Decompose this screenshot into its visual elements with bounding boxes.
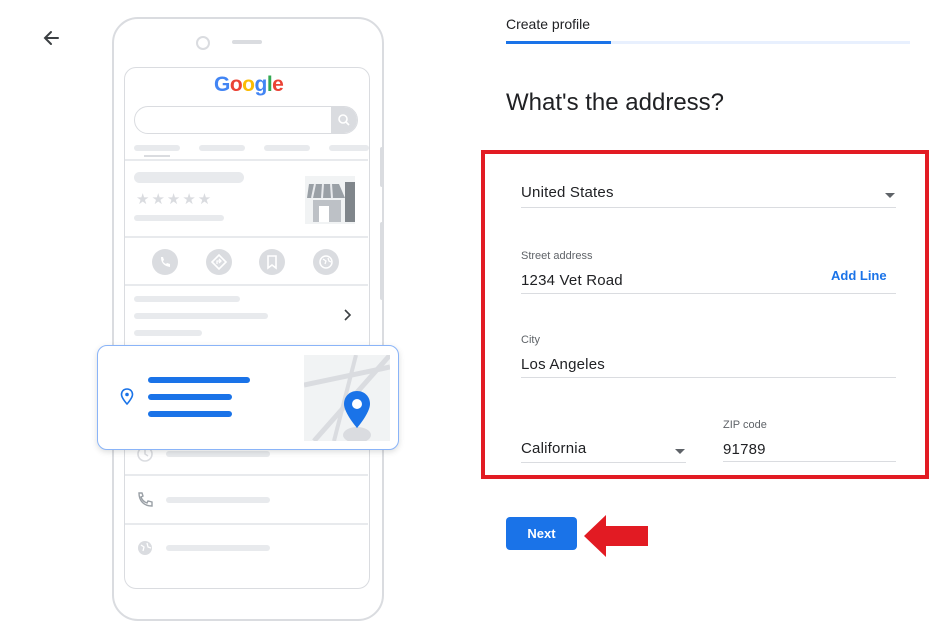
- mock-tab: [134, 145, 180, 151]
- street-address-value: 1234 Vet Road: [521, 272, 623, 289]
- progress-fill: [506, 41, 612, 44]
- field-underline: [723, 461, 896, 462]
- divider: [125, 236, 368, 238]
- bookmark-icon: [259, 249, 285, 275]
- mock-address-line: [148, 394, 232, 400]
- divider: [125, 284, 368, 286]
- dropdown-arrow-icon: [675, 449, 685, 454]
- mock-line: [166, 451, 270, 457]
- chevron-right-icon: [342, 308, 354, 327]
- mock-line: [134, 330, 202, 336]
- mock-address-line: [148, 411, 232, 417]
- mock-search-button: [331, 107, 357, 133]
- phone-icon: [152, 249, 178, 275]
- divider: [125, 523, 368, 525]
- mock-tab: [199, 145, 245, 151]
- zip-code-label: ZIP code: [723, 419, 767, 431]
- mock-tab: [329, 145, 369, 151]
- mock-business-name: [134, 172, 244, 183]
- red-arrow-icon: [584, 515, 650, 557]
- phone-speaker: [232, 40, 262, 44]
- mock-line: [166, 497, 270, 503]
- zip-code-value: 91789: [723, 441, 766, 458]
- mock-search-bar: [134, 106, 358, 134]
- divider: [125, 474, 368, 476]
- mock-address-line: [148, 377, 250, 383]
- mock-tab-indicator: [144, 155, 170, 157]
- state-value: California: [521, 440, 587, 457]
- phone-icon: [136, 491, 154, 514]
- storefront-icon: [303, 174, 357, 231]
- add-line-button[interactable]: Add Line: [831, 268, 887, 283]
- mock-line: [134, 313, 268, 319]
- city-value: Los Angeles: [521, 356, 605, 373]
- globe-icon: [136, 539, 154, 562]
- field-underline: [521, 207, 896, 208]
- arrow-back-icon: [43, 31, 59, 45]
- tab-create-profile: Create profile: [506, 16, 591, 32]
- brand-logo: Google: [214, 73, 284, 96]
- country-value: United States: [521, 184, 614, 201]
- mock-rating-stars: ★★★★★: [136, 191, 214, 208]
- mock-line: [166, 545, 270, 551]
- location-pin-icon: [120, 388, 134, 411]
- mock-line: [134, 296, 240, 302]
- street-address-label: Street address: [521, 250, 593, 262]
- field-underline: [521, 462, 686, 463]
- phone-side-button: [380, 147, 384, 187]
- search-icon: [338, 114, 350, 126]
- mock-tab: [264, 145, 310, 151]
- globe-icon: [313, 249, 339, 275]
- mock-category: [134, 215, 224, 221]
- phone-camera: [196, 36, 210, 50]
- back-button[interactable]: [36, 24, 68, 52]
- phone-side-button: [380, 222, 384, 300]
- dropdown-arrow-icon: [885, 193, 895, 198]
- mini-map: [303, 353, 392, 446]
- next-button[interactable]: Next: [506, 517, 577, 550]
- page-title: What's the address?: [506, 89, 725, 116]
- directions-icon: [206, 249, 232, 275]
- city-label: City: [521, 334, 540, 346]
- field-underline: [521, 293, 896, 294]
- field-underline: [521, 377, 896, 378]
- divider: [125, 159, 368, 161]
